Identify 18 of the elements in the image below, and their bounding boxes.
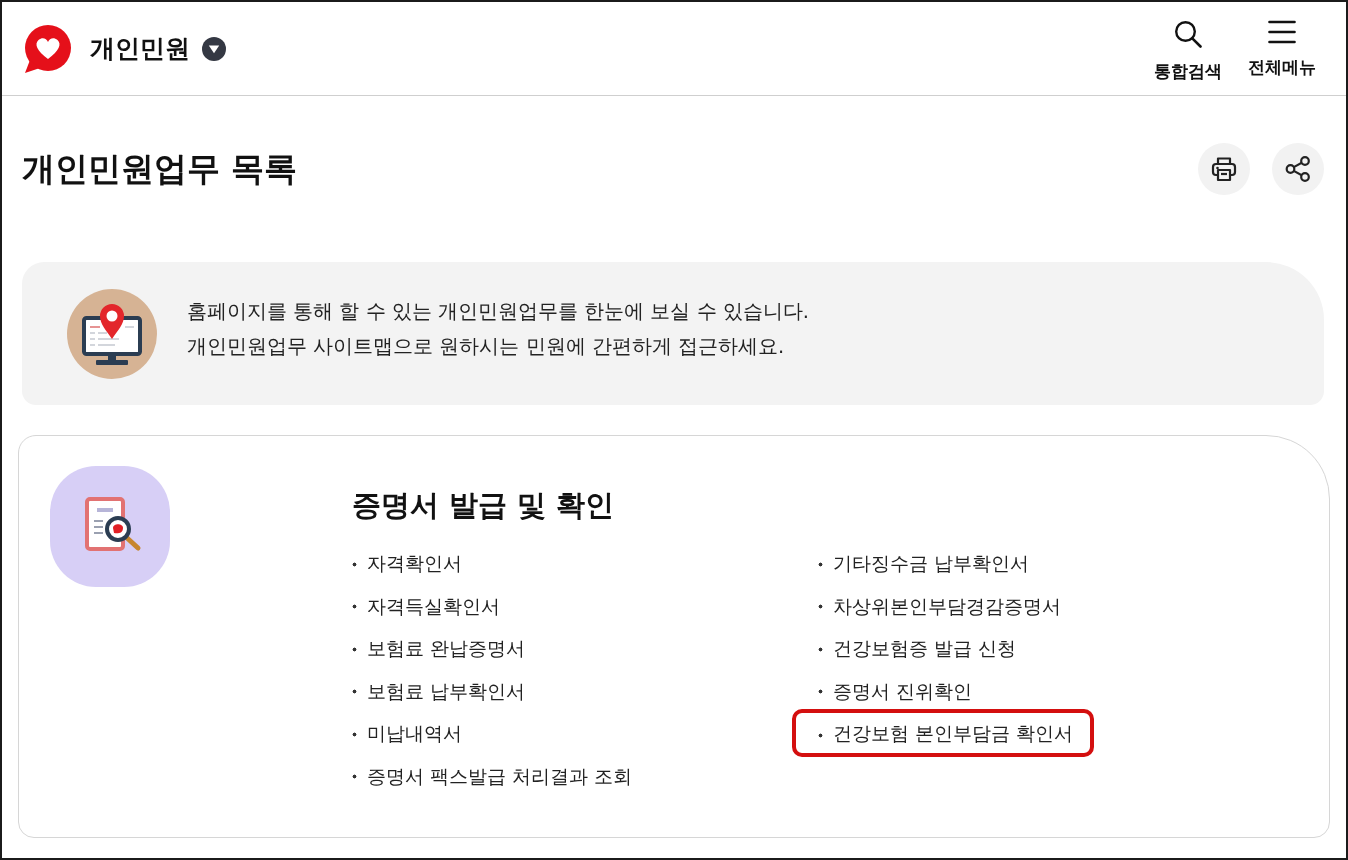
certificate-link[interactable]: 건강보험 본인부담금 확인서 [792, 709, 1095, 758]
heart-bubble-icon[interactable] [22, 23, 72, 74]
search-icon [1174, 19, 1202, 48]
intro-text: 개인민원업무 사이트맵으로 원하시는 민원에 간편하게 접근하세요. [187, 333, 786, 360]
print-icon [1211, 156, 1237, 182]
share-icon [1285, 156, 1311, 182]
intro-text: 홈페이지를 통해 할 수 있는 개인민원업무를 한눈에 보실 수 있습니다. [187, 298, 809, 325]
search-button[interactable]: 통합검색 [1154, 15, 1222, 82]
page-title: 개인민원업무 목록 [22, 148, 298, 190]
menu-button[interactable]: 전체메뉴 [1248, 15, 1316, 78]
document-magnifier-icon [50, 466, 170, 587]
dropdown-icon[interactable] [202, 36, 226, 61]
menu-icon [1268, 19, 1296, 44]
share-button[interactable] [1272, 143, 1324, 195]
print-button[interactable] [1198, 143, 1250, 195]
monitor-pin-icon [67, 288, 157, 379]
site-title: 개인민원 [90, 32, 190, 65]
section-heading: 증명서 발급 및 확인 [352, 487, 616, 524]
